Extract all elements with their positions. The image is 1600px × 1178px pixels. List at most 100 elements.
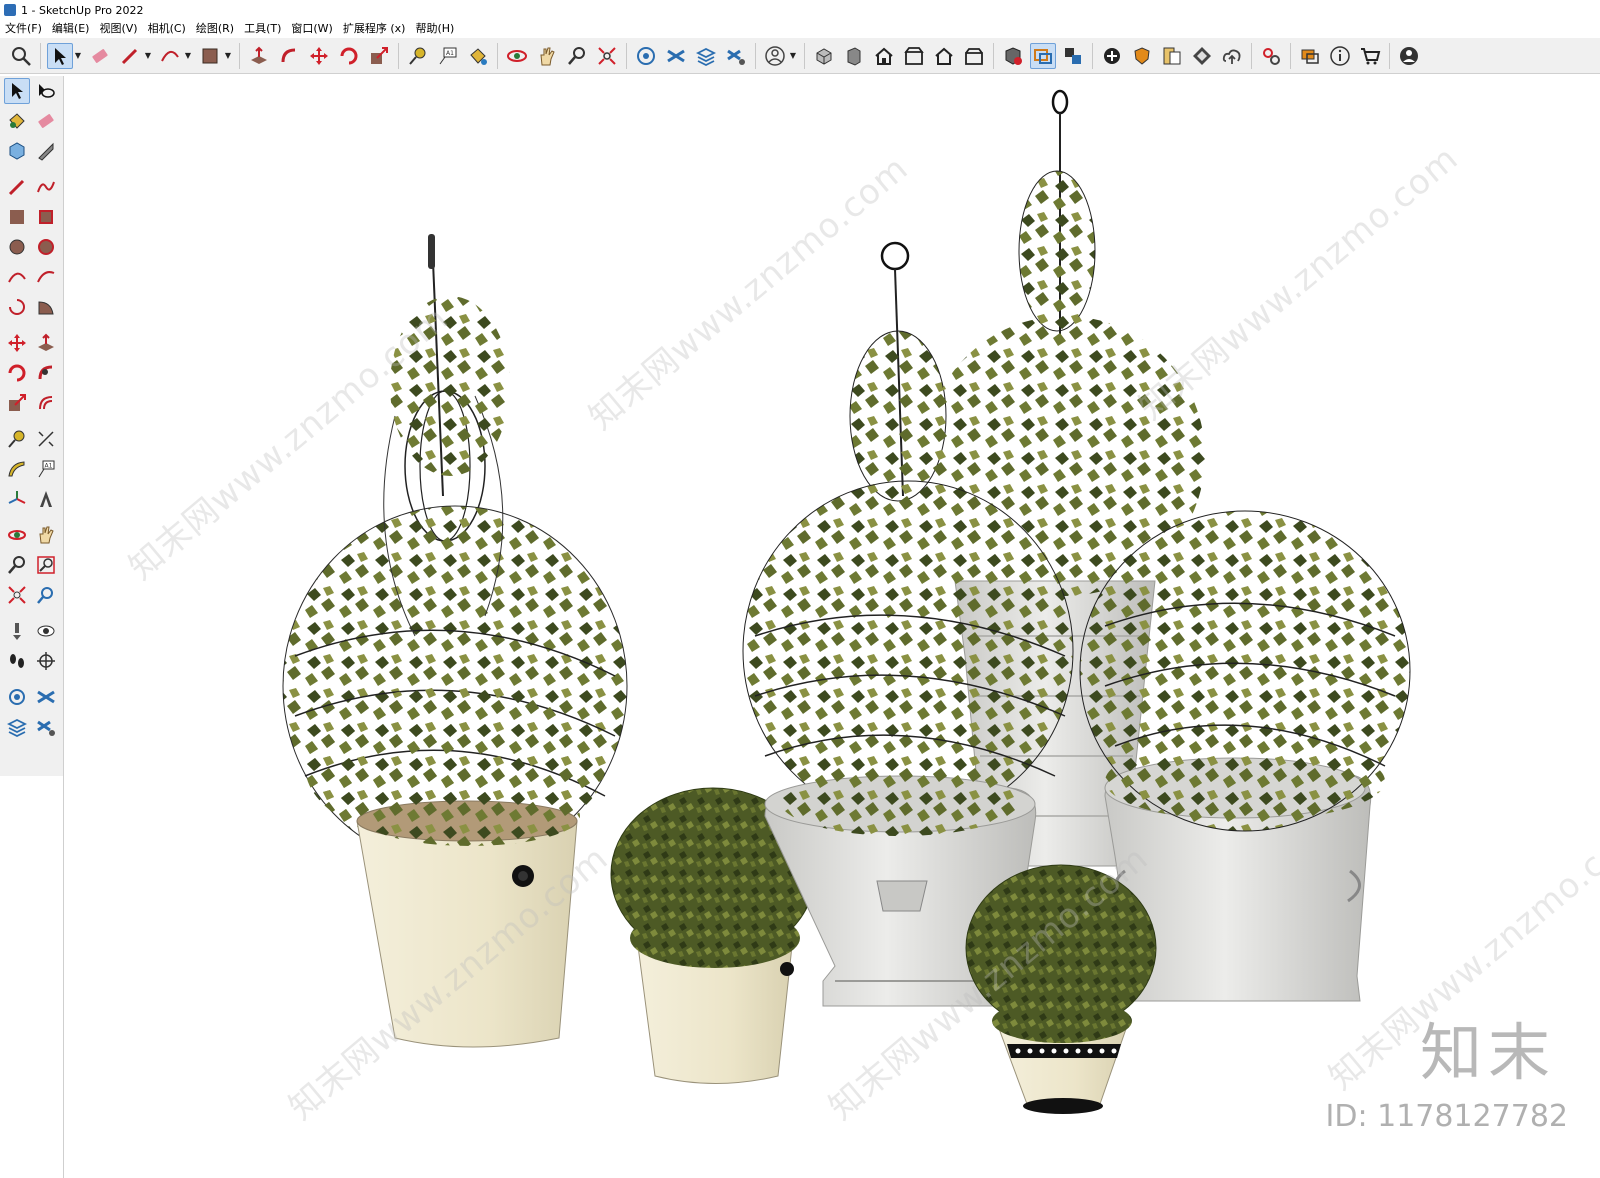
upload-icon[interactable] [1219,43,1245,69]
iso-view-icon[interactable] [811,43,837,69]
eraser-icon[interactable] [87,43,113,69]
orbit-tool-icon[interactable] [33,78,59,104]
section-plane-tool-icon[interactable] [33,648,59,674]
menu-edit[interactable]: 编辑(E) [47,20,95,38]
extension-manager-icon[interactable] [723,43,749,69]
zoom-extents-nav-icon[interactable] [4,582,30,608]
rectangle-tool-icon[interactable] [4,204,30,230]
back-view-icon[interactable] [931,43,957,69]
menu-camera[interactable]: 相机(C) [143,20,191,38]
tape-measure-icon[interactable] [405,43,431,69]
menu-extensions[interactable]: 扩展程序 (x) [338,20,411,38]
pencil-icon[interactable] [117,43,143,69]
rectangle-dropdown-arrow[interactable]: ▼ [223,43,233,69]
profile-icon[interactable] [1396,43,1422,69]
3d-warehouse-icon[interactable] [633,43,659,69]
orbit-icon[interactable] [504,43,530,69]
extension-warehouse-icon[interactable] [663,43,689,69]
paint-tool-icon[interactable] [4,108,30,134]
make-component-icon[interactable] [4,138,30,164]
text-icon[interactable]: A1 [435,43,461,69]
follow-me-tool-icon[interactable] [33,360,59,386]
select-icon[interactable] [47,42,73,69]
pan-nav-icon[interactable] [33,522,59,548]
push-pull-icon[interactable] [246,43,272,69]
look-around-icon[interactable] [33,618,59,644]
layers-tool-icon[interactable] [4,714,30,740]
rotate-tool-icon[interactable] [4,360,30,386]
camera-tools-icon[interactable] [1060,43,1086,69]
menu-draw[interactable]: 绘图(R) [191,20,239,38]
walk-icon[interactable] [4,648,30,674]
menu-help[interactable]: 帮助(H) [410,20,459,38]
solid-inspector-icon[interactable] [1000,43,1026,69]
line-tool-icon[interactable] [4,174,30,200]
scale-icon[interactable] [366,43,392,69]
protractor-tool-icon[interactable] [4,456,30,482]
account-icon[interactable] [762,43,788,69]
select-dropdown-arrow[interactable]: ▼ [73,43,83,69]
layout-icon[interactable] [693,43,719,69]
tape-measure-tool-icon[interactable] [4,426,30,452]
right-view-icon[interactable] [901,43,927,69]
add-location-icon[interactable] [1099,43,1125,69]
zoom-nav-icon[interactable] [4,552,30,578]
zoom-window-icon[interactable] [33,552,59,578]
components-icon[interactable] [1297,43,1323,69]
freehand-tool-icon[interactable] [33,174,59,200]
eraser-tool-icon[interactable] [33,108,59,134]
push-pull-tool-icon[interactable] [33,330,59,356]
select-tool-icon[interactable] [3,78,30,104]
menu-file[interactable]: 文件(F) [0,20,47,38]
styles-icon[interactable] [1159,43,1185,69]
menu-view[interactable]: 视图(V) [94,20,142,38]
warehouse-tool-icon[interactable] [4,684,30,710]
rotated-rectangle-icon[interactable] [33,204,59,230]
arc-icon[interactable] [157,43,183,69]
settings-gear-icon[interactable] [1258,43,1284,69]
two-point-arc-icon[interactable] [33,264,59,290]
model-viewport[interactable]: 知末网www.znzmo.com 知末网www.znzmo.com 知末网www… [65,76,1600,1178]
orbit-nav-icon[interactable] [4,522,30,548]
zoom-extents-icon[interactable] [594,43,620,69]
move-tool-icon[interactable] [4,330,30,356]
axes-tool-icon[interactable] [4,486,30,512]
menu-tools[interactable]: 工具(T) [239,20,286,38]
previous-view-icon[interactable] [33,582,59,608]
position-camera-icon[interactable] [4,618,30,644]
polygon-tool-icon[interactable] [33,234,59,260]
text-tool-icon[interactable]: A1 [33,456,59,482]
texture-icon[interactable] [1189,43,1215,69]
dimension-tool-icon[interactable] [33,426,59,452]
extension-tool-icon[interactable] [33,684,59,710]
pencil-dropdown-arrow[interactable]: ▼ [143,43,153,69]
3d-text-tool-icon[interactable] [33,486,59,512]
offset-tool-icon[interactable] [33,390,59,416]
paint-bucket-icon[interactable] [465,43,491,69]
zoom-tool-icon[interactable] [564,43,590,69]
arc-dropdown-arrow[interactable]: ▼ [183,43,193,69]
rotate-icon[interactable] [336,43,362,69]
scale-tool-icon[interactable] [4,390,30,416]
menu-window[interactable]: 窗口(W) [286,20,337,38]
rectangle-icon[interactable] [197,43,223,69]
three-point-arc-icon[interactable] [4,294,30,320]
pie-tool-icon[interactable] [33,294,59,320]
follow-me-icon[interactable] [276,43,302,69]
info-icon[interactable] [1327,43,1353,69]
pan-icon[interactable] [534,43,560,69]
move-icon[interactable] [306,43,332,69]
section-plane-icon[interactable] [1030,42,1056,69]
top-view-icon[interactable] [841,43,867,69]
zoom-icon[interactable] [8,43,34,69]
front-view-icon[interactable] [871,43,897,69]
large-tool-set: A1 [0,76,64,776]
arc-tool-icon[interactable] [4,264,30,290]
extension-settings-icon[interactable] [33,714,59,740]
shield-icon[interactable] [1129,43,1155,69]
cart-icon[interactable] [1357,43,1383,69]
account-dropdown-arrow[interactable]: ▼ [788,43,798,69]
circle-tool-icon[interactable] [4,234,30,260]
left-view-icon[interactable] [961,43,987,69]
tag-tool-icon[interactable] [33,138,59,164]
